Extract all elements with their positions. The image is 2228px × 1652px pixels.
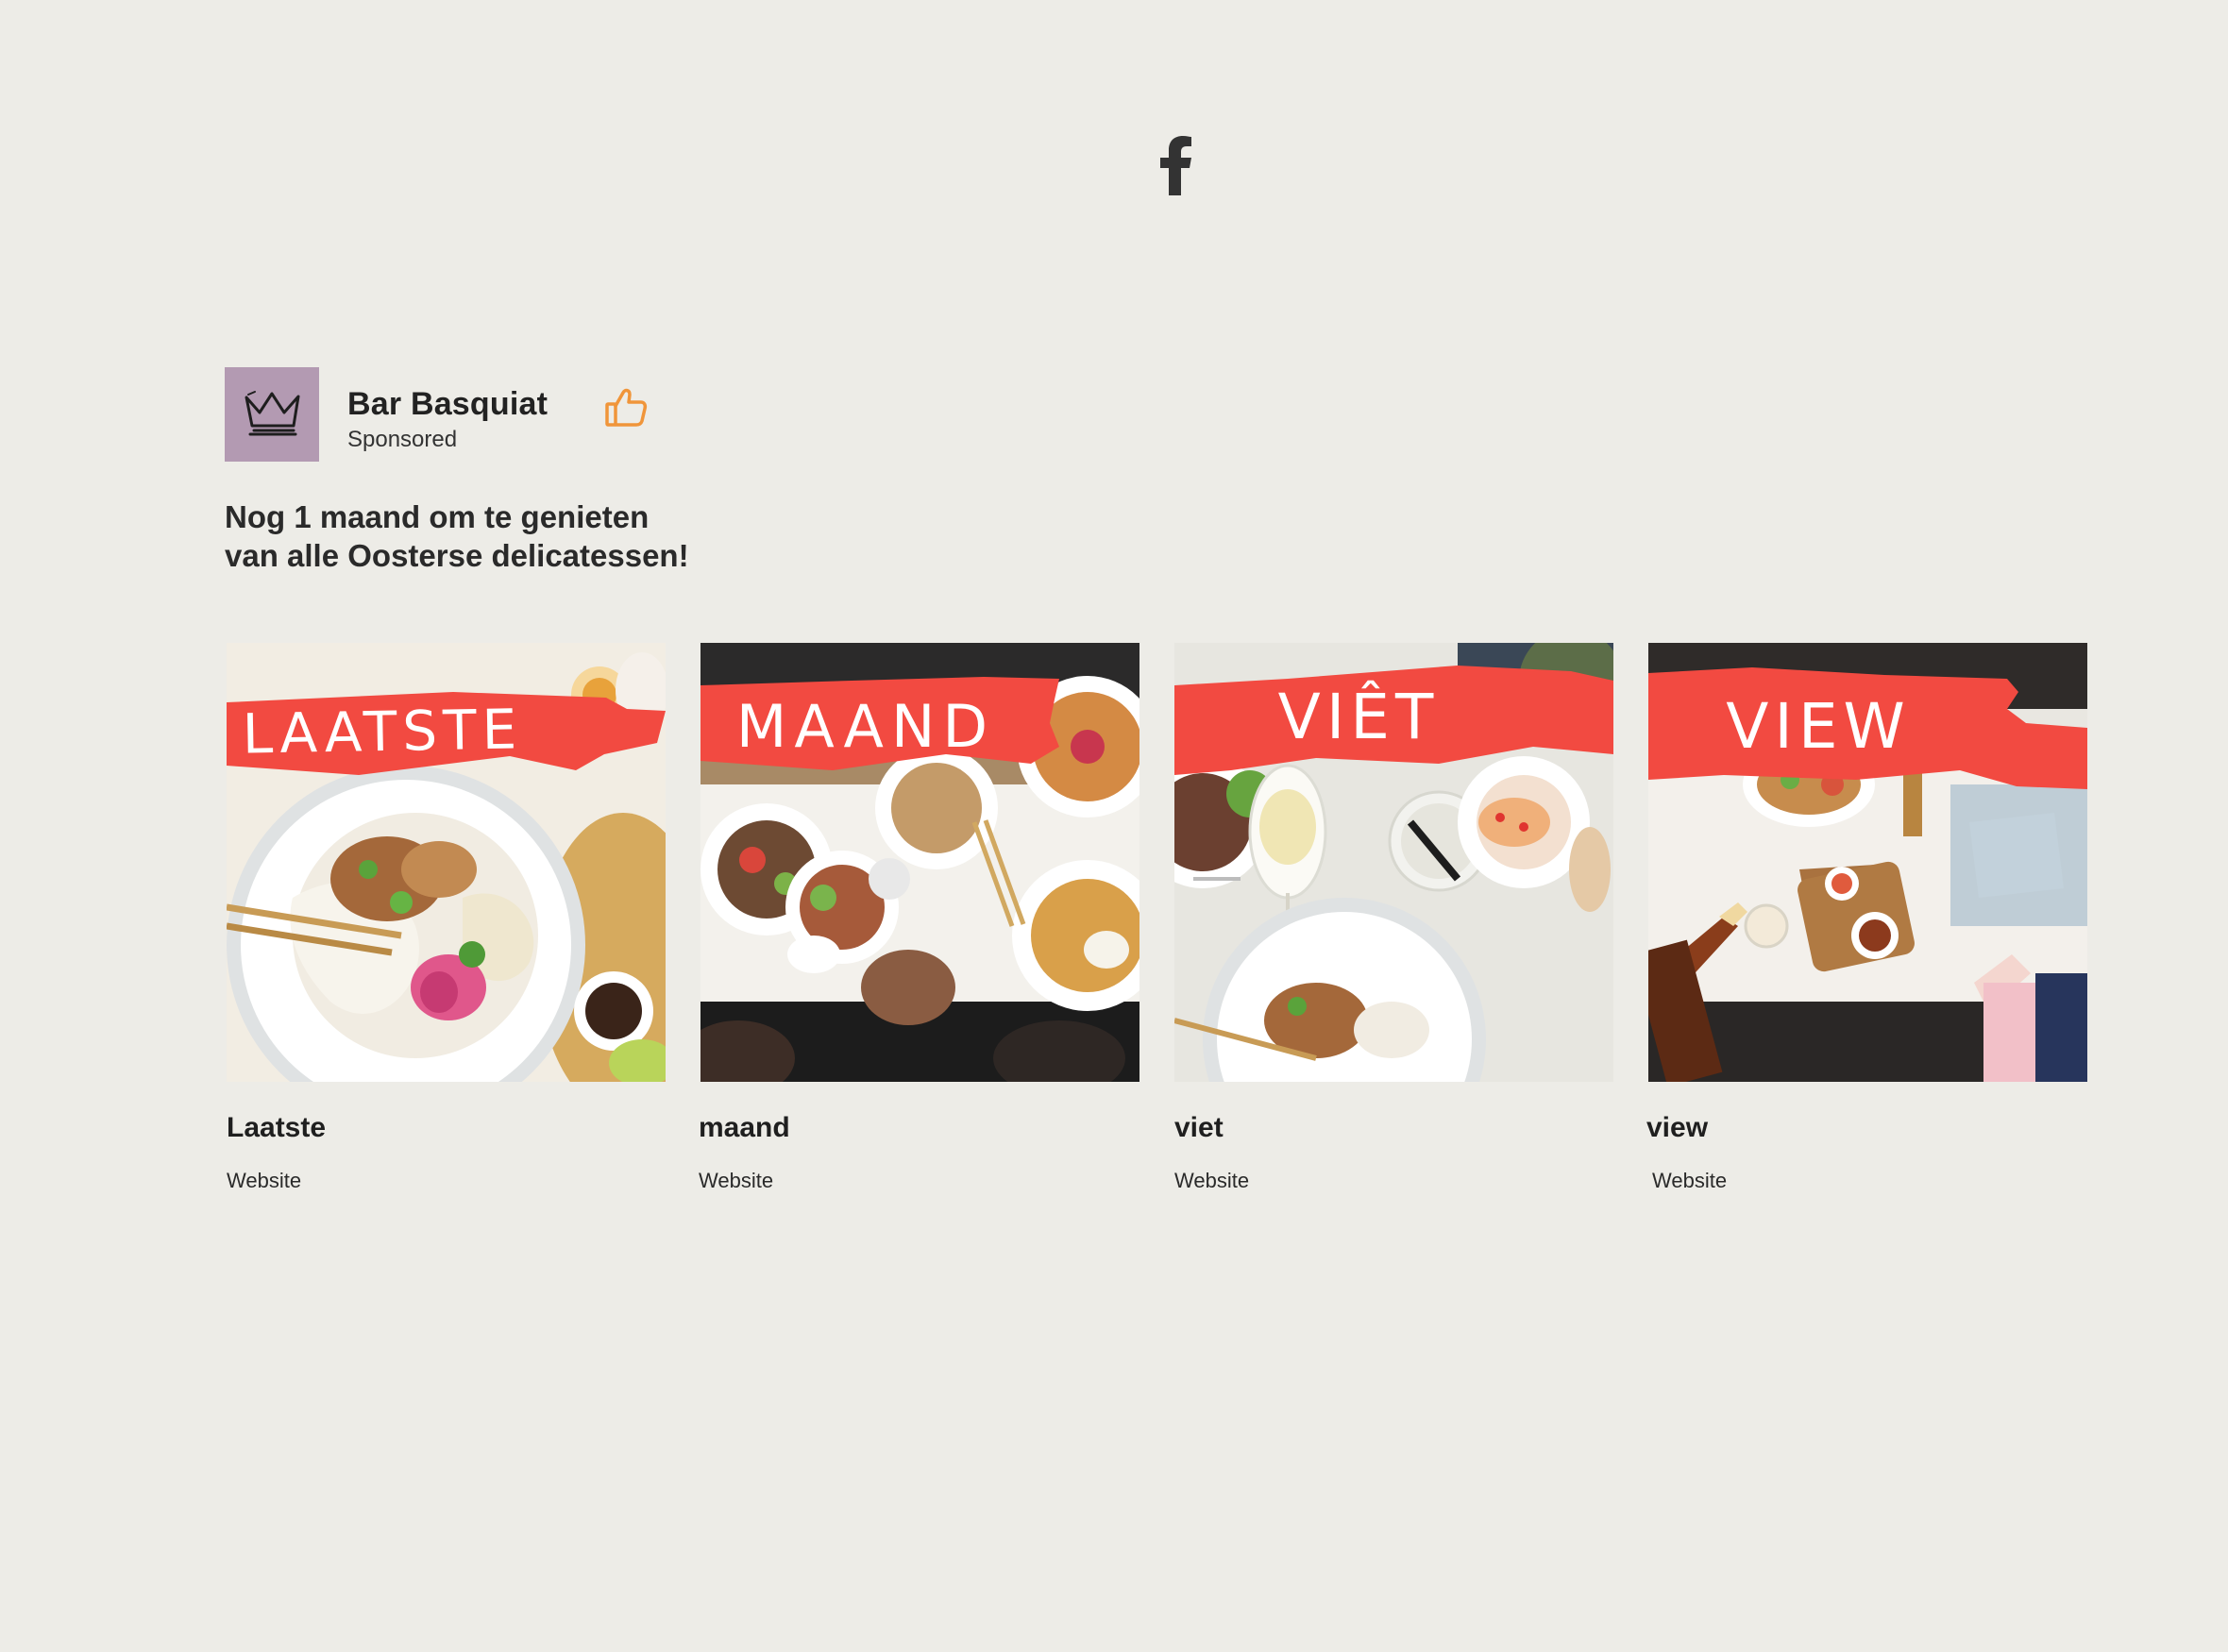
- post-header: Bar Basquiat Sponsored: [225, 367, 548, 462]
- carousel-card[interactable]: MAAND maand Website: [682, 643, 1163, 1209]
- card-link-label[interactable]: Website: [699, 1169, 773, 1193]
- card-link-label[interactable]: Website: [1174, 1169, 1249, 1193]
- card-title: maand: [699, 1112, 790, 1143]
- card-overlay-text: MAAND: [735, 692, 996, 761]
- sponsored-label: Sponsored: [347, 426, 458, 452]
- avatar[interactable]: [225, 367, 319, 462]
- card-overlay-text: LAATSTE: [242, 697, 523, 767]
- page-name[interactable]: Bar Basquiat: [347, 386, 548, 423]
- card-link-label[interactable]: Website: [1652, 1169, 1727, 1193]
- card-title: Laatste: [227, 1112, 327, 1143]
- carousel-card[interactable]: LAATSTE Laatste Website: [226, 643, 708, 1209]
- thumbs-up-icon[interactable]: [604, 385, 648, 429]
- card-link-label[interactable]: Website: [227, 1169, 301, 1193]
- facebook-f-icon: [1160, 136, 1191, 195]
- card-title: viet: [1174, 1112, 1224, 1143]
- card-overlay-text: VIEW: [1726, 690, 1911, 763]
- crown-icon: [245, 391, 300, 436]
- carousel-card[interactable]: VIEW view Website: [1631, 643, 2087, 1209]
- carousel-card[interactable]: VIÊT viet Website: [1137, 629, 1623, 1209]
- card-title: view: [1646, 1112, 1709, 1143]
- post-text: Nog 1 maand om te genieten van alle Oost…: [225, 499, 689, 573]
- carousel: LAATSTE Laatste Website MAAND maand Webs…: [226, 629, 2091, 1209]
- card-overlay-text: VIÊT: [1277, 681, 1440, 753]
